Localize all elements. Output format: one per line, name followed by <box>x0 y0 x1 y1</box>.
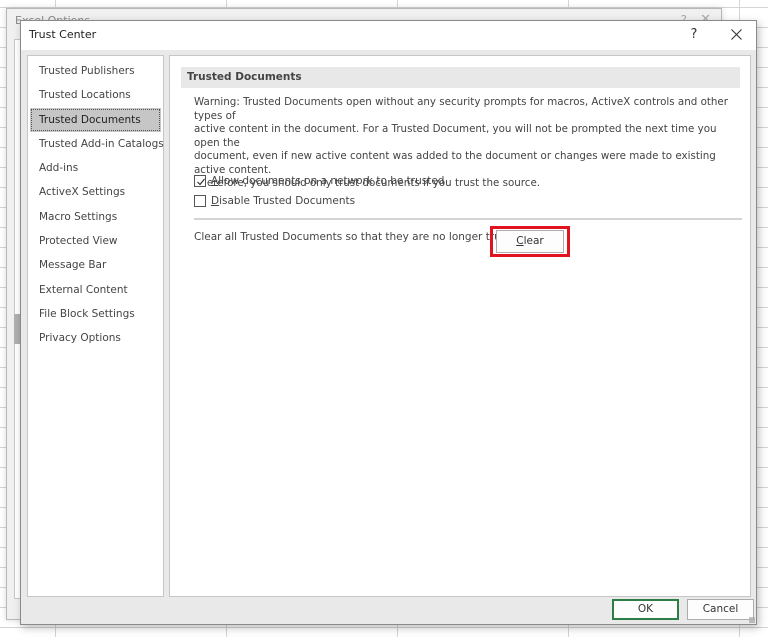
disable-trusted-documents-checkbox[interactable]: Disable Trusted Documents <box>194 194 355 208</box>
nav-item-privacy-options[interactable]: Privacy Options <box>30 326 161 350</box>
nav-item-file-block-settings[interactable]: File Block Settings <box>30 302 161 326</box>
nav-item-external-content[interactable]: External Content <box>30 278 161 302</box>
nav-item-protected-view[interactable]: Protected View <box>30 229 161 253</box>
section-title: Trusted Documents <box>181 67 740 88</box>
allow-network-documents-checkbox[interactable]: Allow documents on a network to be trust… <box>194 174 444 188</box>
clear-button[interactable]: Clear <box>496 230 564 253</box>
nav-item-trusted-add-in-catalogs[interactable]: Trusted Add-in Catalogs <box>30 132 164 156</box>
clear-description: Clear all Trusted Documents so that they… <box>194 231 524 243</box>
ok-button[interactable]: OK <box>612 599 679 620</box>
section-divider <box>194 218 742 220</box>
nav-item-add-ins[interactable]: Add-ins <box>30 156 161 180</box>
checkmark-icon <box>197 178 205 186</box>
nav-item-trusted-publishers[interactable]: Trusted Publishers <box>30 59 161 83</box>
close-button[interactable] <box>724 24 748 46</box>
nav-item-macro-settings[interactable]: Macro Settings <box>30 205 161 229</box>
checkbox-label: Disable Trusted Documents <box>211 195 356 207</box>
dialog-title: Trust Center <box>29 28 97 41</box>
help-button[interactable]: ? <box>684 25 704 45</box>
checkbox-unchecked[interactable] <box>194 195 206 207</box>
warning-line: active content in the document. For a Tr… <box>194 123 717 149</box>
dialog-titlebar: Trust Center ? <box>21 21 756 50</box>
nav-item-message-bar[interactable]: Message Bar <box>30 253 161 277</box>
trust-center-nav: Trusted Publishers Trusted Locations Tru… <box>27 55 164 597</box>
nav-item-trusted-documents[interactable]: Trusted Documents <box>30 107 161 132</box>
trust-center-dialog: Trust Center ? Trusted Publishers Truste… <box>20 20 757 625</box>
cancel-button[interactable]: Cancel <box>687 599 754 620</box>
warning-line: Warning: Trusted Documents open without … <box>194 96 728 122</box>
resize-grip[interactable] <box>749 617 755 623</box>
close-icon <box>730 29 742 40</box>
nav-item-trusted-locations[interactable]: Trusted Locations <box>30 83 161 107</box>
warning-line: document, even if new active content was… <box>194 150 716 176</box>
trusted-documents-panel: Trusted Documents Warning: Trusted Docum… <box>169 55 751 597</box>
checkbox-checked[interactable] <box>194 175 206 187</box>
checkbox-label: Allow documents on a network to be trust… <box>211 175 445 187</box>
nav-item-activex-settings[interactable]: ActiveX Settings <box>30 180 161 204</box>
